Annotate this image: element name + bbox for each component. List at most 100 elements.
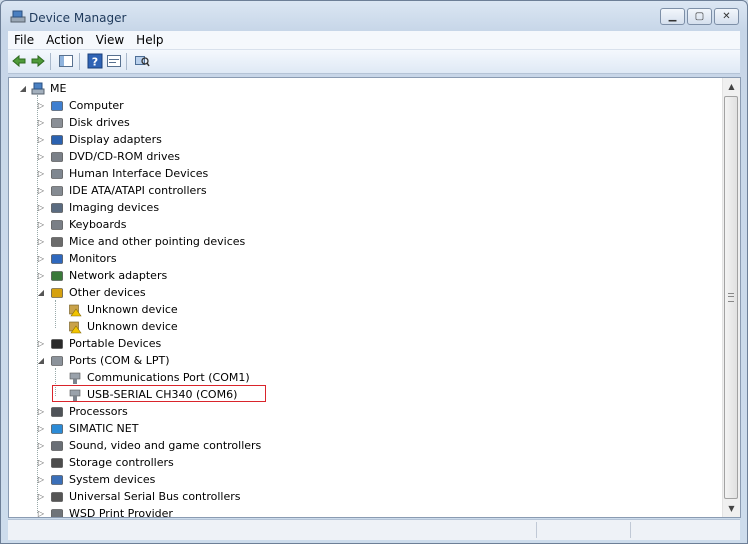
tree-item-label: Mice and other pointing devices — [69, 235, 246, 248]
menu-help[interactable]: Help — [130, 31, 169, 47]
printer-icon — [51, 509, 63, 517]
keyboard-icon — [51, 220, 63, 230]
expand-icon[interactable]: ▷ — [36, 98, 46, 114]
mouse-icon — [51, 237, 63, 247]
expand-icon[interactable]: ▷ — [36, 472, 46, 488]
tree-item-label: Other devices — [69, 286, 146, 299]
maximize-button[interactable]: ▢ — [687, 8, 712, 25]
title-bar[interactable]: Device Manager ▁ ▢ ✕ — [1, 1, 747, 31]
usb-icon — [51, 492, 63, 502]
expand-icon[interactable]: ▷ — [36, 336, 46, 352]
expand-icon[interactable]: ▷ — [36, 251, 46, 267]
expand-icon[interactable]: ▷ — [36, 132, 46, 148]
tree-category-disk-drives[interactable]: ▷ Disk drives — [9, 115, 309, 131]
close-button[interactable]: ✕ — [714, 8, 739, 25]
vertical-scrollbar[interactable]: ▲ ▼ — [722, 78, 740, 517]
tree-item-label: IDE ATA/ATAPI controllers — [69, 184, 207, 197]
menu-action[interactable]: Action — [40, 31, 90, 47]
back-icon[interactable] — [11, 53, 27, 69]
expand-icon[interactable]: ▷ — [36, 455, 46, 471]
expand-icon[interactable]: ▷ — [36, 200, 46, 216]
tree-item-label: Disk drives — [69, 116, 130, 129]
expand-icon[interactable]: ▷ — [36, 438, 46, 454]
tree-item-label: Monitors — [69, 252, 117, 265]
expand-icon[interactable]: ▷ — [36, 268, 46, 284]
expand-icon[interactable]: ▷ — [36, 183, 46, 199]
tree-category-dvd-cd-rom-drives[interactable]: ▷ DVD/CD-ROM drives — [9, 149, 309, 165]
tree-item-label: Human Interface Devices — [69, 167, 209, 180]
collapse-icon[interactable]: ◢ — [18, 81, 28, 97]
expand-icon[interactable]: ▷ — [36, 421, 46, 437]
tree-category-ide-ata-atapi-controllers[interactable]: ▷ IDE ATA/ATAPI controllers — [9, 183, 309, 199]
tree-category-computer[interactable]: ▷ Computer — [9, 98, 309, 114]
computer-root-icon — [31, 82, 45, 95]
tree-category-keyboards[interactable]: ▷ Keyboards — [9, 217, 309, 233]
tree-category-simatic-net[interactable]: ▷ SIMATIC NET — [9, 421, 309, 437]
storage-icon — [51, 458, 63, 468]
tree-item-label: SIMATIC NET — [69, 422, 139, 435]
device-tree[interactable]: ◢ ME ▷ Computer ▷ Disk drives ▷ Display adapt… — [8, 77, 741, 518]
forward-icon[interactable] — [30, 53, 46, 69]
monitor-icon — [51, 254, 63, 264]
expand-icon[interactable]: ▷ — [36, 166, 46, 182]
tree-category-universal-serial-bus-controllers[interactable]: ▷ Universal Serial Bus controllers — [9, 489, 309, 505]
tree-category-monitors[interactable]: ▷ Monitors — [9, 251, 309, 267]
tree-device-unknown-device[interactable]: Unknown device — [9, 319, 309, 335]
tree-category-sound-video-and-game-controllers[interactable]: ▷ Sound, video and game controllers — [9, 438, 309, 454]
minimize-icon: ▁ — [668, 11, 677, 22]
tree-category-storage-controllers[interactable]: ▷ Storage controllers — [9, 455, 309, 471]
tree-category-processors[interactable]: ▷ Processors — [9, 404, 309, 420]
expand-icon[interactable]: ▷ — [36, 217, 46, 233]
tree-item-label: Network adapters — [69, 269, 168, 282]
expand-icon[interactable]: ▷ — [36, 506, 46, 517]
expand-icon[interactable]: ▷ — [36, 149, 46, 165]
collapse-icon[interactable]: ◢ — [36, 353, 46, 369]
simatic-icon — [51, 424, 63, 434]
display-icon — [51, 135, 63, 145]
scroll-up-icon[interactable]: ▲ — [723, 78, 740, 95]
help-icon[interactable]: ? — [87, 53, 103, 69]
camera-icon — [51, 203, 63, 213]
minimize-button[interactable]: ▁ — [660, 8, 685, 25]
tree-category-network-adapters[interactable]: ▷ Network adapters — [9, 268, 309, 284]
tree-category-wsd-print-provider[interactable]: ▷ WSD Print Provider — [9, 506, 309, 517]
menu-file[interactable]: File — [8, 31, 40, 47]
expand-icon[interactable]: ▷ — [36, 489, 46, 505]
scroll-down-icon[interactable]: ▼ — [723, 500, 740, 517]
expand-icon[interactable]: ▷ — [36, 234, 46, 250]
tree-category-other-devices[interactable]: ◢ Other devices — [9, 285, 309, 301]
tree-root[interactable]: ◢ ME — [9, 81, 309, 97]
other-devices-icon — [51, 288, 63, 298]
unknown-device-warning-icon — [69, 304, 82, 317]
tree-device-label: Communications Port (COM1) — [87, 371, 250, 384]
scroll-thumb[interactable] — [724, 96, 738, 499]
menu-view[interactable]: View — [90, 31, 130, 47]
tree-category-imaging-devices[interactable]: ▷ Imaging devices — [9, 200, 309, 216]
portable-icon — [51, 339, 63, 349]
tree-category-system-devices[interactable]: ▷ System devices — [9, 472, 309, 488]
properties-icon[interactable] — [106, 53, 122, 69]
close-icon: ✕ — [722, 11, 731, 22]
tree-item-label: Imaging devices — [69, 201, 160, 214]
tree-category-mice-and-other-pointing-devices[interactable]: ▷ Mice and other pointing devices — [9, 234, 309, 250]
scan-hardware-icon[interactable] — [134, 53, 150, 69]
port-icon — [69, 372, 81, 384]
collapse-icon[interactable]: ◢ — [36, 285, 46, 301]
ide-icon — [51, 186, 63, 196]
expand-icon[interactable]: ▷ — [36, 404, 46, 420]
disk-icon — [51, 118, 63, 128]
tree-device-communications-port-com1[interactable]: Communications Port (COM1) — [9, 370, 309, 386]
expand-icon[interactable]: ▷ — [36, 115, 46, 131]
tree-item-label: Ports (COM & LPT) — [69, 354, 170, 367]
tree-item-label: Computer — [69, 99, 124, 112]
show-hide-console-tree-icon[interactable] — [58, 53, 74, 69]
tree-item-label: Universal Serial Bus controllers — [69, 490, 241, 503]
tree-category-display-adapters[interactable]: ▷ Display adapters — [9, 132, 309, 148]
tree-item-label: Storage controllers — [69, 456, 174, 469]
tree-category-portable-devices[interactable]: ▷ Portable Devices — [9, 336, 309, 352]
maximize-icon: ▢ — [694, 11, 705, 22]
tree-category-ports-com-lpt[interactable]: ◢ Ports (COM & LPT) — [9, 353, 309, 369]
tree-category-human-interface-devices[interactable]: ▷ Human Interface Devices — [9, 166, 309, 182]
tree-device-label: Unknown device — [87, 303, 178, 316]
tree-device-unknown-device[interactable]: Unknown device — [9, 302, 309, 318]
